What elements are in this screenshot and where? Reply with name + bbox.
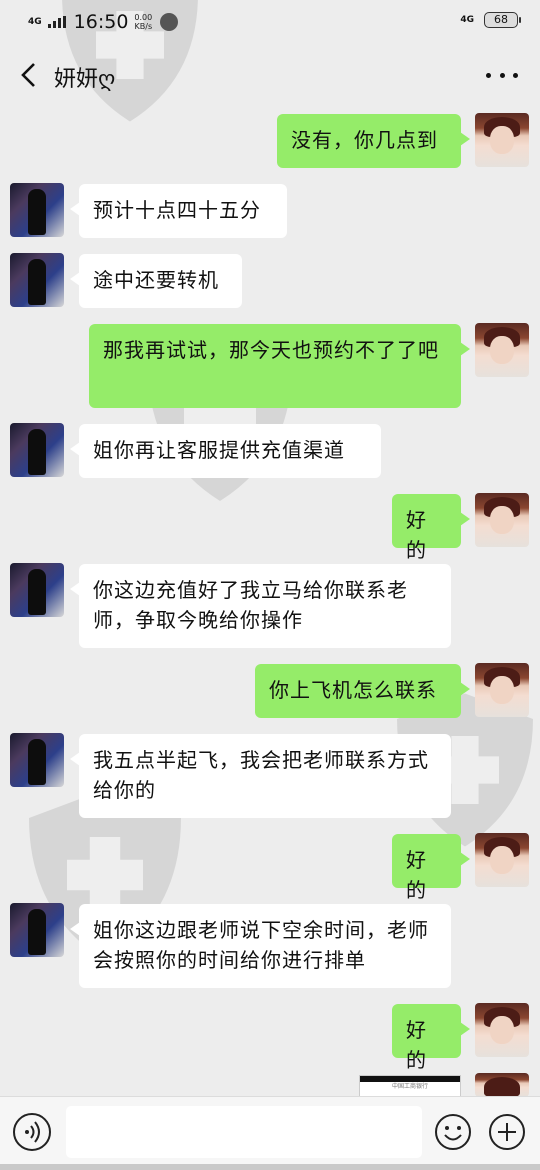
contact-avatar[interactable] [10,903,64,957]
dot [486,72,491,78]
self-avatar[interactable] [475,833,529,887]
back-button[interactable] [16,60,44,90]
chat-title: 妍妍ღ [54,67,116,92]
network-type-right: 4G [460,15,474,25]
network-speed-value: 0.00 [134,13,153,22]
message-bubble-outgoing[interactable]: 好的 [392,834,470,902]
image-caption: 中国工商银行 [391,1083,428,1090]
contact-avatar[interactable] [10,423,64,477]
image-message[interactable]: 中国工商银行 [359,1075,461,1097]
signal-icon [47,16,66,28]
message-bubble-incoming[interactable]: 预计十点四十五分 [70,184,287,238]
self-avatar[interactable] [475,1003,529,1057]
self-avatar[interactable] [475,663,529,717]
battery-icon: 68 [484,12,521,28]
contact-avatar[interactable] [10,253,64,307]
message-bubble-outgoing[interactable]: 好的 [392,494,470,562]
dot [513,72,518,78]
message-bubble-incoming[interactable]: 途中还要转机 [70,254,242,308]
sync-icon [160,13,179,31]
dot [499,72,505,78]
chevron-left-icon [21,63,35,87]
message-bubble-incoming[interactable]: 姐你再让客服提供充值渠道 [70,424,381,478]
message-bubble-outgoing[interactable]: 没有，你几点到 [277,114,470,168]
network-type: 4G [28,16,42,27]
contact-avatar[interactable] [10,563,64,617]
more-functions-button[interactable] [488,1113,526,1151]
message-input[interactable] [66,1106,422,1158]
status-bar: 4G 16:50 0.00 KB/s 4G 68 [0,0,540,44]
emoji-button[interactable] [434,1113,472,1151]
contact-avatar[interactable] [10,183,64,237]
message-bubble-outgoing[interactable]: 好的 [392,1004,470,1072]
status-right: 4G 68 [460,12,521,28]
message-bubble-outgoing[interactable]: 你上飞机怎么联系 [255,664,470,718]
message-bubble-incoming[interactable]: 你这边充值好了我立马给你联系老师，争取今晚给你操作 [70,564,451,648]
voice-icon [25,1121,40,1143]
self-avatar[interactable] [475,113,529,167]
self-avatar[interactable] [475,1073,529,1097]
contact-avatar[interactable] [10,733,64,787]
voice-button[interactable] [13,1113,51,1151]
input-bar [0,1096,540,1170]
self-avatar[interactable] [475,323,529,377]
bottom-strip [0,1164,540,1170]
message-bubble-incoming[interactable]: 姐你这边跟老师说下空余时间，老师会按照你的时间给你进行排单 [70,904,451,988]
status-time: 16:50 [73,11,129,33]
message-bubble-outgoing[interactable]: 那我再试试，那今天也预约不了了吧 [89,324,470,408]
message-bubble-incoming[interactable]: 我五点半起飞，我会把老师联系方式给你的 [70,734,451,818]
emoji-icon [435,1114,471,1150]
self-avatar[interactable] [475,493,529,547]
plus-icon [489,1114,525,1150]
network-speed: 0.00 KB/s [134,13,152,31]
chat-header: 妍妍ღ [0,44,540,106]
more-button[interactable] [486,60,518,90]
network-speed-unit: KB/s [134,22,153,31]
